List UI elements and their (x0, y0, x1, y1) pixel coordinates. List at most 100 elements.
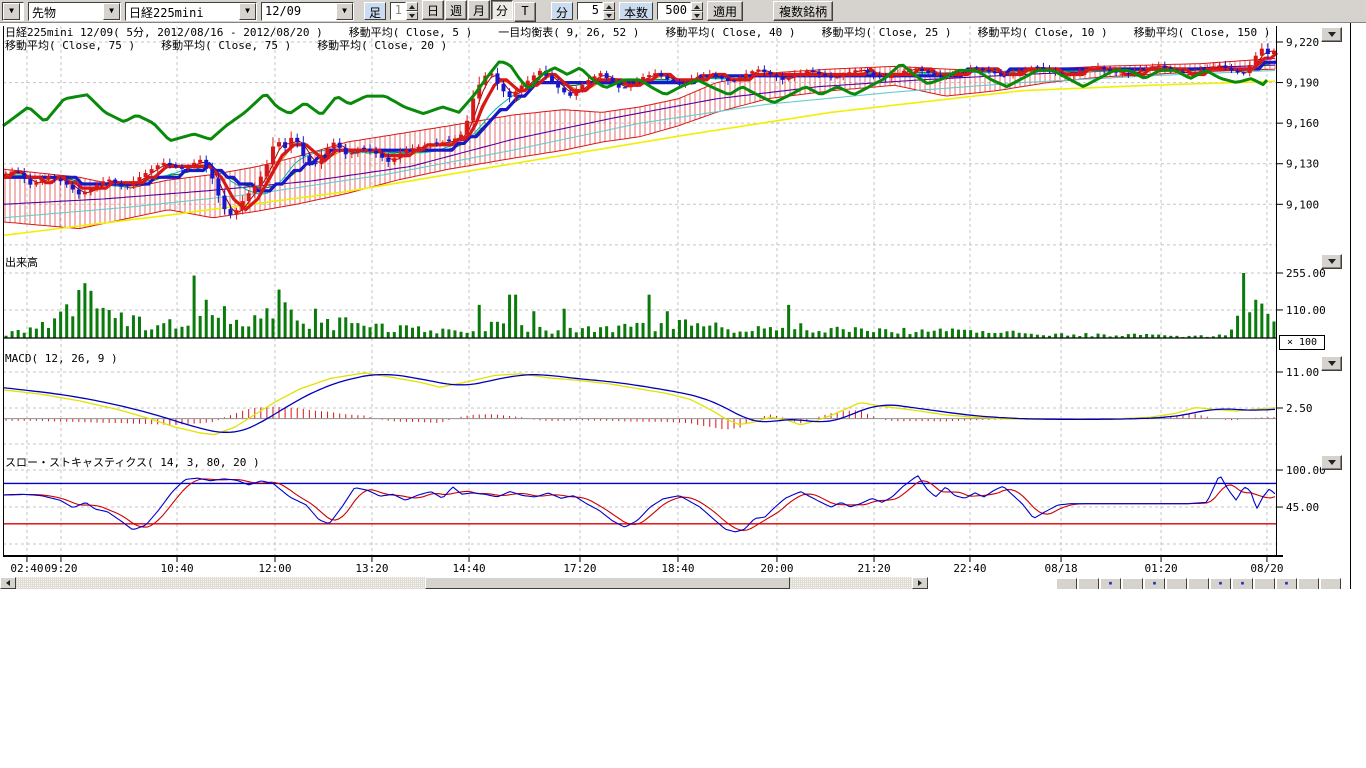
macd-panel-label: MACD( 12, 26, 9 ) (5, 352, 118, 365)
chevron-down-icon[interactable]: ▼ (3, 3, 20, 20)
minutes-value: 5 (577, 2, 603, 20)
mini-button[interactable] (1078, 578, 1099, 589)
stoch-panel-label: スロー・ストキャスティクス( 14, 3, 80, 20 ) (5, 454, 260, 470)
macd-series (3, 373, 1277, 434)
period-button-月[interactable]: 月 (468, 0, 490, 20)
scroll-right-button[interactable] (912, 577, 928, 589)
spin-down-icon[interactable] (603, 11, 615, 20)
mini-button[interactable] (1188, 578, 1209, 589)
svg-text:10:40: 10:40 (160, 562, 193, 575)
trading-chart-window: ▼ 先物 ▼ 日経225mini ▼ 12/09 ▼ 足 1 日週月分T 分 5… (0, 0, 1366, 768)
legend-item: 移動平均( Close, 10 ) (978, 24, 1108, 40)
svg-text:13:20: 13:20 (355, 562, 388, 575)
svg-text:08/20: 08/20 (1250, 562, 1283, 575)
horizontal-scrollbar[interactable] (0, 577, 929, 589)
mini-button[interactable] (1122, 578, 1143, 589)
chart-legend-line2: 移動平均( Close, 75 )移動平均( Close, 75 )移動平均( … (5, 37, 447, 53)
stochastic-series (3, 476, 1277, 532)
svg-text:2.50: 2.50 (1286, 402, 1313, 415)
svg-text:01:20: 01:20 (1145, 562, 1178, 575)
mini-button[interactable]: ▪ (1210, 578, 1231, 589)
legend-item: 移動平均( Close, 150 ) (1134, 24, 1271, 40)
svg-text:12:00: 12:00 (258, 562, 291, 575)
svg-text:08/18: 08/18 (1044, 562, 1077, 575)
legend-item: 一目均衡表( 9, 26, 52 ) (498, 24, 639, 40)
scroll-thumb[interactable] (425, 577, 790, 589)
bars-count-spinner[interactable]: 500 (657, 2, 703, 20)
svg-text:17:20: 17:20 (563, 562, 596, 575)
chevron-down-icon (1328, 361, 1336, 366)
svg-text:02:40: 02:40 (10, 562, 43, 575)
volume-bars (5, 273, 1276, 338)
period-button-日[interactable]: 日 (422, 0, 444, 20)
legend-item: 移動平均( Close, 25 ) (821, 24, 951, 40)
scroll-track-left[interactable] (16, 577, 425, 589)
svg-text:9,220: 9,220 (1286, 36, 1319, 49)
svg-text:22:40: 22:40 (953, 562, 986, 575)
period-button-分[interactable]: 分 (491, 0, 513, 20)
spin-up-icon[interactable] (603, 2, 615, 11)
svg-text:9,190: 9,190 (1286, 77, 1319, 90)
chart-canvas[interactable]: 9,220 9,190 9,160 9,130 9,100 255.00 110.00 11.… (0, 0, 1366, 600)
bar-interval-spinner[interactable]: 1 (390, 2, 418, 20)
spin-down-icon[interactable] (406, 11, 418, 20)
mini-dropdown[interactable]: ▼ (2, 2, 24, 21)
mini-button[interactable]: ▪ (1144, 578, 1165, 589)
svg-text:11.00: 11.00 (1286, 366, 1319, 379)
macd-panel-dropdown-button[interactable] (1321, 356, 1342, 371)
svg-text:20:00: 20:00 (760, 562, 793, 575)
mini-button[interactable]: ▪ (1100, 578, 1121, 589)
chevron-down-icon (1328, 32, 1336, 37)
symbol-select[interactable]: 日経225mini ▼ (125, 2, 257, 21)
svg-text:110.00: 110.00 (1286, 304, 1326, 317)
contract-month-select[interactable]: 12/09 ▼ (261, 2, 354, 21)
mini-button[interactable] (1320, 578, 1341, 589)
arrow-right-icon (918, 580, 922, 586)
mini-button[interactable]: ▪ (1276, 578, 1297, 589)
chevron-down-icon (1328, 460, 1336, 465)
svg-text:9,160: 9,160 (1286, 117, 1319, 130)
scroll-track-right[interactable] (790, 577, 912, 589)
svg-text:255.00: 255.00 (1286, 267, 1326, 280)
volume-panel-label: 出来高 (5, 254, 38, 270)
stoch-panel-dropdown-button[interactable] (1321, 455, 1342, 470)
mini-button[interactable] (1254, 578, 1275, 589)
chevron-down-icon[interactable]: ▼ (239, 3, 256, 20)
period-button-週[interactable]: 週 (445, 0, 467, 20)
svg-text:09:20: 09:20 (44, 562, 77, 575)
bars-count-value: 500 (657, 2, 691, 20)
svg-text:9,100: 9,100 (1286, 198, 1319, 211)
mini-button[interactable]: ▪ (1232, 578, 1253, 589)
legend-item: 移動平均( Close, 20 ) (317, 37, 447, 53)
chevron-down-icon[interactable]: ▼ (103, 3, 120, 20)
period-button-group: 日週月分T (422, 0, 537, 22)
svg-text:14:40: 14:40 (452, 562, 485, 575)
spin-up-icon[interactable] (691, 2, 703, 11)
instrument-type-select[interactable]: 先物 ▼ (28, 2, 121, 21)
instrument-type-value: 先物 (29, 3, 103, 20)
minutes-label: 分 (551, 2, 573, 20)
apply-button[interactable]: 適用 (707, 1, 743, 21)
svg-text:100.00: 100.00 (1286, 464, 1326, 477)
toolbar: ▼ 先物 ▼ 日経225mini ▼ 12/09 ▼ 足 1 日週月分T 分 5… (0, 0, 1366, 23)
mini-button[interactable] (1166, 578, 1187, 589)
price-panel-dropdown-button[interactable] (1321, 27, 1342, 42)
mini-button[interactable] (1298, 578, 1319, 589)
multi-symbol-button[interactable]: 複数銘柄 (773, 1, 833, 21)
volume-panel-dropdown-button[interactable] (1321, 254, 1342, 269)
chevron-down-icon (1328, 259, 1336, 264)
svg-text:45.00: 45.00 (1286, 501, 1319, 514)
mini-button[interactable] (1056, 578, 1077, 589)
spin-down-icon[interactable] (691, 11, 703, 20)
scroll-left-button[interactable] (0, 577, 16, 589)
symbol-value: 日経225mini (126, 3, 239, 20)
arrow-left-icon (6, 580, 10, 586)
period-button-T[interactable]: T (514, 2, 536, 22)
volume-multiplier-box: × 100 (1279, 335, 1325, 350)
bar-type-label: 足 (364, 2, 386, 20)
svg-text:9,130: 9,130 (1286, 158, 1319, 171)
chevron-down-icon[interactable]: ▼ (336, 3, 353, 20)
minutes-spinner[interactable]: 5 (577, 2, 615, 20)
bars-count-label: 本数 (619, 2, 653, 20)
spin-up-icon[interactable] (406, 2, 418, 11)
